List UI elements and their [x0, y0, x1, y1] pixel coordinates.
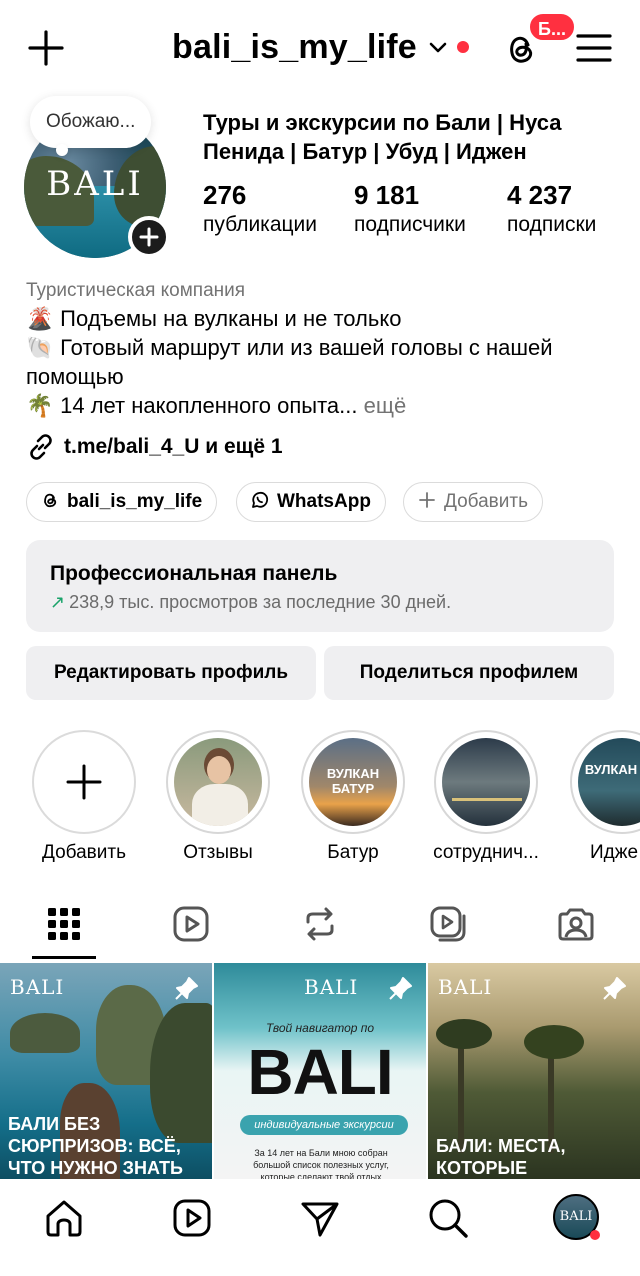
- post-logo: BALI: [304, 975, 359, 999]
- volcano-icon: 🌋: [26, 306, 54, 331]
- pro-panel-title: Профессиональная панель: [50, 562, 338, 585]
- chevron-down-icon[interactable]: [428, 38, 448, 58]
- bio-category: Туристическая компания: [26, 280, 246, 301]
- chip-label: Добавить: [444, 491, 528, 512]
- chip-label: WhatsApp: [277, 491, 371, 512]
- post-thumbnail[interactable]: BALI БАЛИ БЕЗ СЮРПРИЗОВ: ВСЁ, ЧТО НУЖНО …: [0, 963, 212, 1179]
- plus-icon: [419, 492, 435, 509]
- stat-label: публикации: [203, 213, 317, 236]
- profile-stats: 276 публикации 9 181 подписчики 4 237 по…: [203, 180, 623, 244]
- stat-posts[interactable]: 276 публикации: [203, 180, 317, 237]
- posts-grid: BALI БАЛИ БЕЗ СЮРПРИЗОВ: ВСЁ, ЧТО НУЖНО …: [0, 963, 640, 1179]
- share-profile-button[interactable]: Поделиться профилем: [324, 646, 614, 700]
- plus-icon: [139, 227, 159, 247]
- post-body: За 14 лет на Бали мною собран большой сп…: [253, 1148, 389, 1179]
- profile-bio: Туристическая компания 🌋 Подъемы на вулк…: [26, 278, 626, 420]
- stat-value: 276: [203, 180, 247, 210]
- pin-icon: [175, 977, 198, 1000]
- highlight-label: Идже: [590, 842, 639, 863]
- post-pill: индивидуальные экскурсии: [240, 1115, 408, 1135]
- post-kicker: Твой навигатор по: [265, 1021, 375, 1035]
- pin-icon: [389, 977, 412, 1000]
- bio-line: 🐚 Готовый маршрут или из вашей головы с …: [26, 335, 553, 389]
- stat-followers[interactable]: 9 181 подписчики: [354, 180, 466, 237]
- post-thumbnail[interactable]: BALI БАЛИ: МЕСТА, КОТОРЫЕ: [428, 963, 640, 1179]
- pro-panel-subtitle: ↗ 238,9 тыс. просмотров за последние 30 д…: [50, 592, 452, 612]
- reposts-icon[interactable]: [300, 904, 340, 944]
- bio-link[interactable]: t.me/bali_4_U и ещё 1: [26, 432, 283, 462]
- post-logo: BALI: [438, 975, 493, 999]
- post-big-title: BALI: [247, 1036, 393, 1108]
- palm-tree-icon: 🌴: [26, 393, 54, 418]
- highlight-cover-text: ВУЛКАН БАТУР: [326, 766, 380, 796]
- highlight-ijen[interactable]: ВУЛКАН ИДЖ Идже: [560, 730, 640, 864]
- threads-badge: Б...: [528, 12, 576, 42]
- stat-label: подписки: [507, 213, 597, 236]
- post-thumbnail[interactable]: BALI Твой навигатор по BALI индивидуальн…: [214, 963, 426, 1179]
- grid-icon[interactable]: [44, 904, 84, 944]
- stat-label: подписчики: [354, 213, 466, 236]
- menu-icon[interactable]: [574, 30, 614, 66]
- bottom-navigation: BALI: [0, 1180, 640, 1276]
- whatsapp-icon: [252, 492, 269, 509]
- highlight-label: сотруднич...: [433, 842, 539, 863]
- edit-profile-button[interactable]: Редактировать профиль: [26, 646, 316, 700]
- shell-icon: 🐚: [26, 335, 54, 360]
- threads-icon: [44, 494, 57, 508]
- note-bubble[interactable]: Обожаю...: [30, 96, 152, 156]
- post-caption: БАЛИ БЕЗ СЮРПРИЗОВ: ВСЁ, ЧТО НУЖНО ЗНАТЬ: [8, 1114, 183, 1178]
- search-icon[interactable]: [426, 1196, 470, 1240]
- trend-up-icon: ↗: [50, 592, 66, 612]
- stat-following[interactable]: 4 237 подписки: [507, 180, 596, 237]
- avatar-logo-text: BALI: [46, 164, 144, 204]
- bio-more-link[interactable]: ещё: [364, 393, 407, 418]
- post-logo: BALI: [10, 975, 65, 999]
- notification-dot: [590, 1230, 600, 1240]
- profile-tabs: [0, 896, 640, 962]
- whatsapp-chip[interactable]: WhatsApp: [236, 482, 386, 522]
- tagged-icon[interactable]: [556, 904, 596, 944]
- create-plus-icon[interactable]: [26, 28, 66, 68]
- reels-tab-icon[interactable]: [171, 904, 211, 944]
- highlight-cooperation[interactable]: сотруднич...: [427, 730, 545, 864]
- bio-line: 🌋 Подъемы на вулканы и не только: [26, 306, 402, 331]
- clips-icon[interactable]: [428, 904, 468, 944]
- send-icon[interactable]: [298, 1196, 342, 1240]
- chip-label: bali_is_my_life: [67, 491, 203, 512]
- home-icon[interactable]: [42, 1196, 86, 1240]
- add-link-chip[interactable]: Добавить: [403, 482, 543, 522]
- highlight-batur[interactable]: ВУЛКАН БАТУР Батур: [294, 730, 412, 864]
- link-icon: [30, 434, 52, 460]
- top-bar: bali_is_my_life Б...: [0, 0, 640, 96]
- profile-username[interactable]: bali_is_my_life: [172, 28, 417, 67]
- highlight-add[interactable]: Добавить: [25, 730, 143, 864]
- highlight-label: Батур: [327, 842, 379, 863]
- stat-value: 4 237: [507, 180, 573, 210]
- professional-dashboard[interactable]: Профессиональная панель ↗ 238,9 тыс. прос…: [26, 540, 614, 632]
- plus-icon: [66, 764, 102, 800]
- pin-icon: [603, 977, 626, 1000]
- stat-value: 9 181: [354, 180, 420, 210]
- post-caption: БАЛИ: МЕСТА, КОТОРЫЕ: [436, 1136, 566, 1178]
- highlight-cover-text: ВУЛКАН ИДЖ: [584, 762, 640, 777]
- active-tab-indicator: [32, 956, 96, 959]
- notification-dot: [457, 41, 469, 53]
- highlight-label: Добавить: [42, 842, 126, 863]
- profile-display-name: Туры и экскурсии по Бали | Нуса Пенида |…: [203, 110, 562, 164]
- highlight-label: Отзывы: [183, 842, 253, 863]
- highlight-reviews[interactable]: Отзывы: [159, 730, 277, 864]
- bio-line: 🌴 14 лет накопленного опыта... ещё: [26, 393, 407, 418]
- threads-chip[interactable]: bali_is_my_life: [26, 482, 218, 522]
- link-text: t.me/bali_4_U и ещё 1: [64, 435, 283, 458]
- add-story-button[interactable]: [128, 216, 170, 258]
- reels-icon[interactable]: [170, 1196, 214, 1240]
